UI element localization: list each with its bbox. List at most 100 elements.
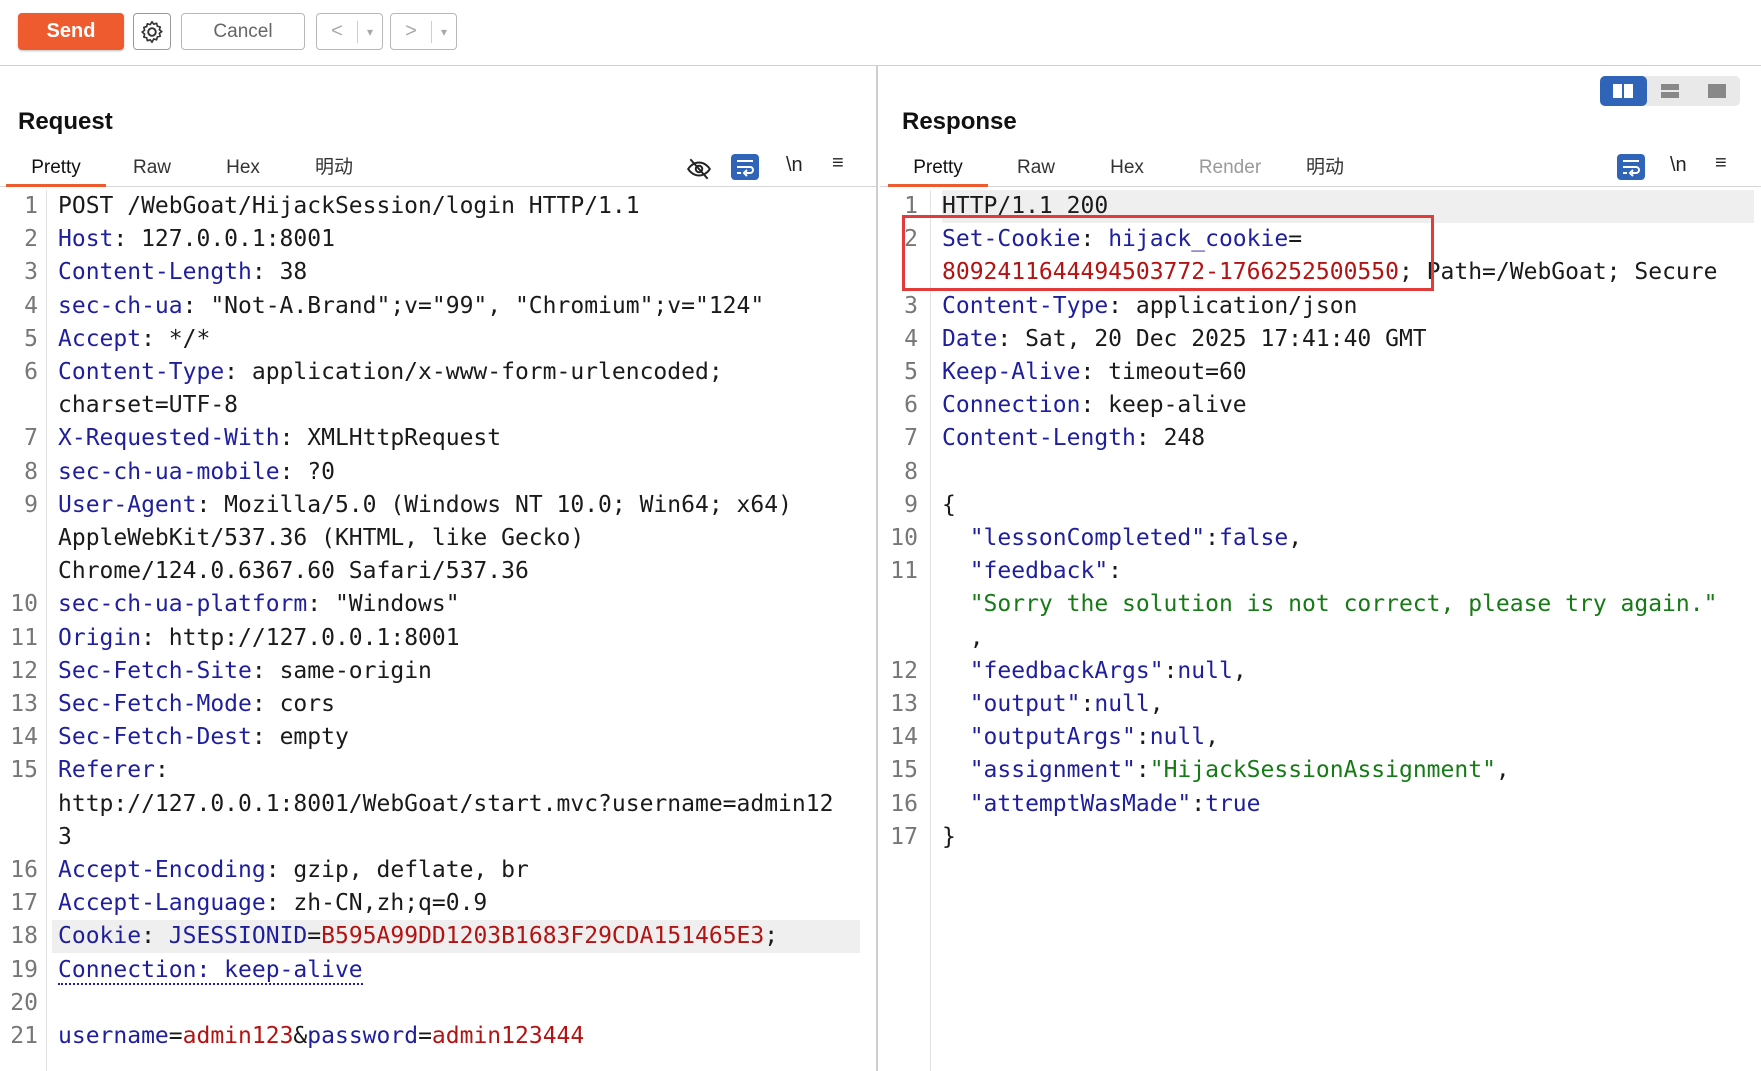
line-number: 18 bbox=[10, 923, 38, 950]
line-number bbox=[4, 522, 38, 555]
code-token: : XMLHttpRequest bbox=[279, 425, 502, 452]
code-token: : "Windows" bbox=[307, 591, 460, 618]
code-line: "attemptWasMade":true bbox=[942, 788, 1261, 821]
chevron-left-icon: < bbox=[331, 20, 343, 42]
line-number: 10 bbox=[10, 591, 38, 618]
code-token: { bbox=[942, 491, 956, 518]
code-line: Accept-Encoding: gzip, deflate, br bbox=[58, 854, 529, 887]
code-token: } bbox=[942, 823, 956, 850]
line-number: 6 bbox=[24, 359, 38, 385]
tab-hex[interactable]: Hex bbox=[203, 150, 283, 186]
newline-icon[interactable]: \n bbox=[786, 154, 803, 177]
code-token: "attemptWasMade" bbox=[942, 790, 1192, 817]
code-line: 3 bbox=[58, 821, 72, 854]
code-token: , bbox=[1149, 691, 1164, 717]
menu-icon[interactable]: ≡ bbox=[1715, 152, 1727, 175]
line-number: 6 bbox=[904, 392, 918, 419]
request-panel: Request Pretty Raw Hex 明动 \n ≡ 123456789… bbox=[0, 66, 878, 1071]
code-line: sec-ch-ua-mobile: ?0 bbox=[58, 456, 335, 489]
back-button[interactable]: < ▾ bbox=[316, 13, 383, 50]
code-token: sec-ch-ua bbox=[58, 292, 183, 319]
eye-off-icon[interactable] bbox=[686, 156, 712, 182]
response-editor[interactable]: 1 2 3 4 5 6 7 8 9 10 11 12 13 14 15 16 17 HTTP/1.1 200 Se… bbox=[880, 190, 1761, 1071]
code-token: = bbox=[168, 1023, 183, 1049]
code-line: Cookie: JSESSIONID=B595A99DD1203B1683F29… bbox=[52, 920, 860, 954]
line-number: 1 bbox=[24, 193, 38, 219]
chevron-down-icon[interactable]: ▾ bbox=[432, 25, 456, 39]
cancel-button[interactable]: Cancel bbox=[181, 13, 305, 50]
newline-icon[interactable]: \n bbox=[1670, 154, 1687, 177]
code-line: Keep-Alive: timeout=60 bbox=[942, 356, 1247, 389]
code-token: ; bbox=[764, 923, 779, 950]
response-title: Response bbox=[902, 108, 1017, 135]
code-token: "Sorry the solution is not correct, plea… bbox=[942, 591, 1718, 618]
settings-button[interactable] bbox=[133, 13, 171, 50]
send-button[interactable]: Send bbox=[18, 13, 124, 50]
split-vertical-icon[interactable] bbox=[1647, 76, 1694, 106]
code-line: Connection: keep-alive bbox=[58, 954, 363, 987]
code-token: true bbox=[1205, 790, 1261, 817]
wrap-lines-icon[interactable] bbox=[731, 154, 759, 180]
code-line: Content-Type: application/x-www-form-url… bbox=[58, 356, 723, 389]
code-token: : application/x-www-form-urlencoded; bbox=[224, 359, 723, 385]
single-pane-icon[interactable] bbox=[1693, 76, 1740, 106]
line-number: 12 bbox=[890, 657, 918, 684]
highlight-box bbox=[902, 215, 1434, 291]
line-number: 17 bbox=[10, 890, 38, 917]
code-token: Sec-Fetch-Site bbox=[58, 657, 252, 684]
line-number: 7 bbox=[904, 425, 918, 452]
code-line: "Sorry the solution is not correct, plea… bbox=[942, 588, 1718, 621]
chevron-down-icon[interactable]: ▾ bbox=[358, 25, 382, 39]
code-token: sec-ch-ua-platform bbox=[58, 591, 308, 618]
line-number: 5 bbox=[904, 359, 918, 385]
line-number: 14 bbox=[890, 724, 918, 751]
line-number: 11 bbox=[890, 558, 918, 585]
code-token: : timeout=60 bbox=[1080, 359, 1247, 385]
code-token: Content-Length bbox=[942, 425, 1136, 452]
code-token: admin123 bbox=[182, 1023, 294, 1049]
tab-hex[interactable]: Hex bbox=[1087, 150, 1167, 186]
code-token: "outputArgs" bbox=[942, 724, 1136, 751]
line-number: 13 bbox=[890, 691, 918, 717]
line-number: 16 bbox=[890, 790, 918, 817]
code-line: Accept-Language: zh-CN,zh;q=0.9 bbox=[58, 887, 487, 920]
forward-button[interactable]: > ▾ bbox=[390, 13, 457, 50]
code-token: Referer bbox=[58, 757, 155, 784]
tab-raw[interactable]: Raw bbox=[996, 150, 1076, 186]
tab-pretty[interactable]: Pretty bbox=[888, 150, 988, 187]
line-number: 21 bbox=[10, 1023, 38, 1049]
code-token: : zh-CN,zh;q=0.9 bbox=[265, 890, 488, 917]
code-token: null bbox=[1094, 691, 1150, 717]
code-token: Connection bbox=[942, 392, 1081, 419]
code-token: Accept-Encoding bbox=[58, 857, 266, 883]
code-token: Content-Length bbox=[58, 259, 252, 286]
code-token: Chrome/124.0.6367.60 Safari/537.36 bbox=[58, 558, 529, 585]
code-token: : bbox=[1108, 558, 1123, 585]
code-line: { bbox=[942, 489, 956, 522]
code-line: Sec-Fetch-Site: same-origin bbox=[58, 655, 432, 688]
code-line: Sec-Fetch-Mode: cors bbox=[58, 688, 335, 721]
tab-raw[interactable]: Raw bbox=[112, 150, 192, 186]
code-token: : bbox=[154, 757, 169, 784]
split-horizontal-icon[interactable] bbox=[1600, 76, 1647, 106]
code-token: : */* bbox=[141, 325, 211, 352]
code-line: Date: Sat, 20 Dec 2025 17:41:40 GMT bbox=[942, 323, 1427, 356]
line-number: 17 bbox=[890, 823, 918, 850]
tab-inspector[interactable]: 明动 bbox=[1285, 150, 1365, 186]
code-token: : bbox=[1205, 525, 1219, 551]
code-token: X-Requested-With bbox=[58, 425, 280, 452]
tab-pretty[interactable]: Pretty bbox=[6, 150, 106, 187]
code-line: "lessonCompleted":false, bbox=[942, 522, 1302, 555]
code-token: false bbox=[1218, 525, 1289, 551]
code-line: Referer: bbox=[58, 754, 169, 787]
tab-inspector[interactable]: 明动 bbox=[294, 150, 374, 186]
code-line: X-Requested-With: XMLHttpRequest bbox=[58, 422, 501, 455]
wrap-lines-icon[interactable] bbox=[1617, 154, 1645, 180]
code-token: ; Path=/WebGoat; Secure bbox=[1398, 259, 1718, 286]
request-editor[interactable]: 1 2 3 4 5 6 7 8 9 10 11 12 13 14 15 16 17 18 19 20 21 POST /… bbox=[0, 190, 876, 1071]
menu-icon[interactable]: ≡ bbox=[832, 152, 844, 175]
code-token: : Mozilla/5.0 (Windows NT 10.0; Win64; x… bbox=[196, 491, 792, 518]
code-token: = bbox=[307, 923, 322, 950]
code-token: AppleWebKit/537.36 (KHTML, like Gecko) bbox=[58, 525, 585, 551]
code-token: : empty bbox=[251, 724, 349, 751]
